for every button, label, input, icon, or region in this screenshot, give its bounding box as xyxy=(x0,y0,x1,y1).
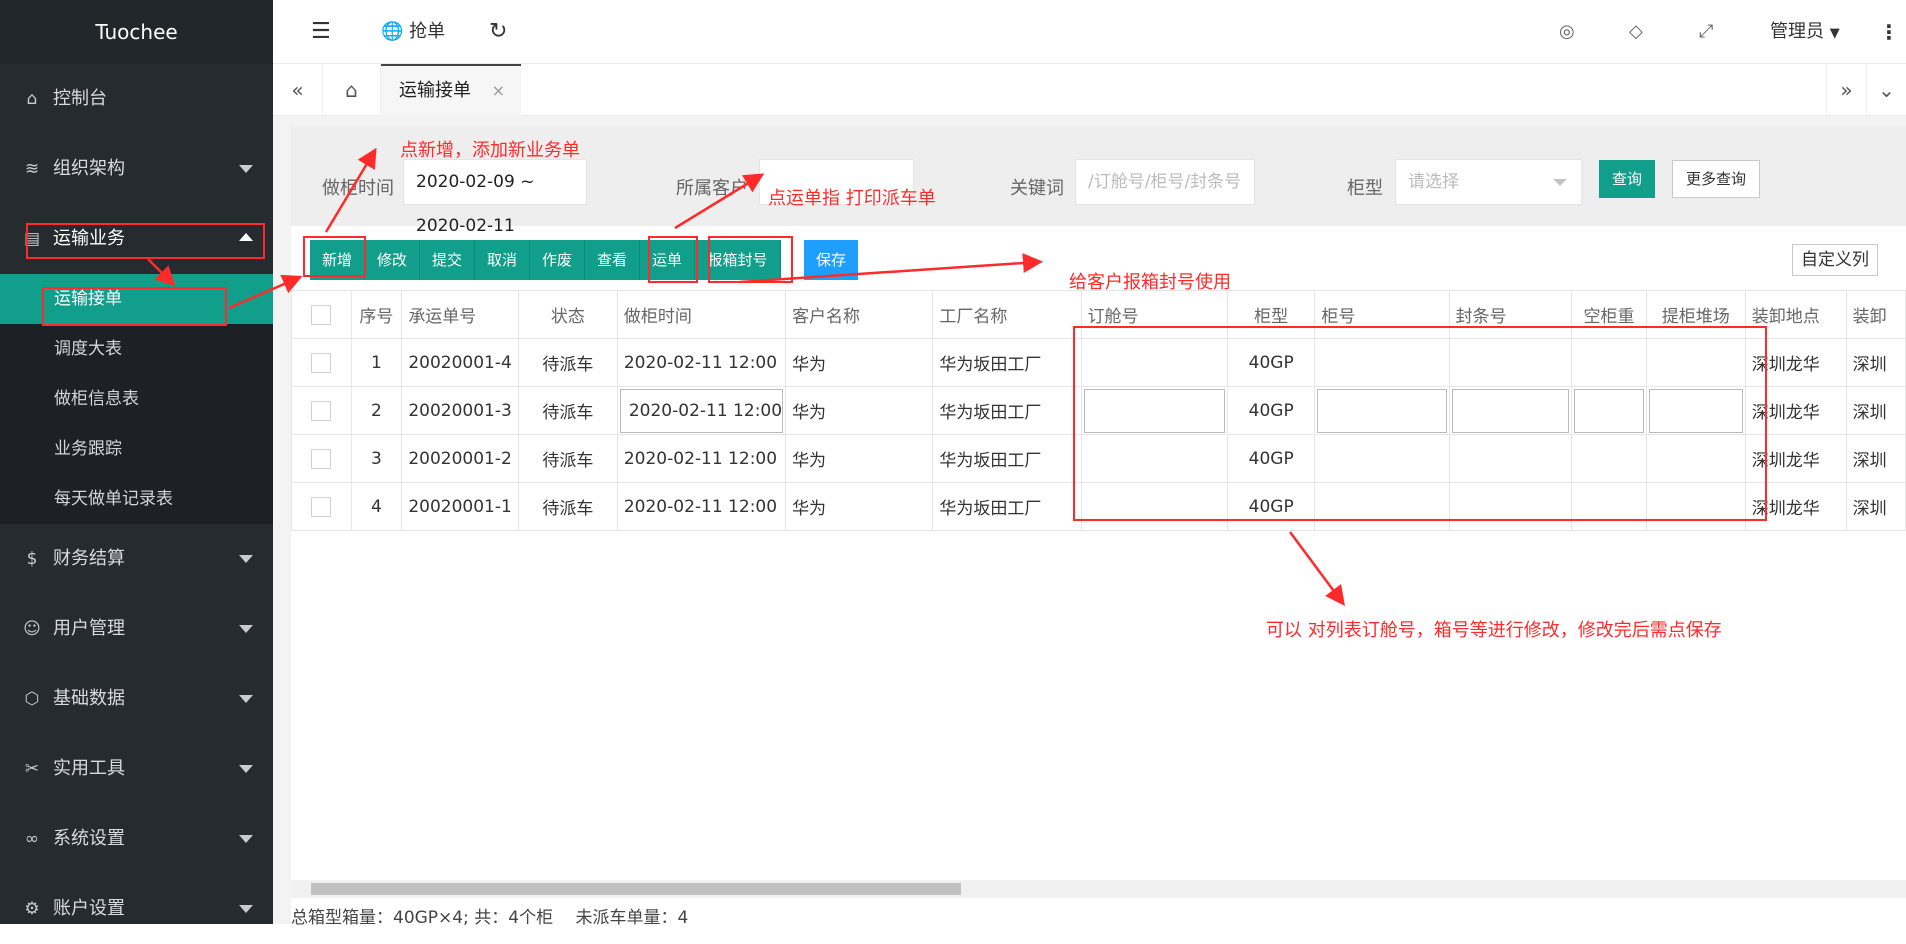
annotation-arrows xyxy=(147,147,1345,607)
